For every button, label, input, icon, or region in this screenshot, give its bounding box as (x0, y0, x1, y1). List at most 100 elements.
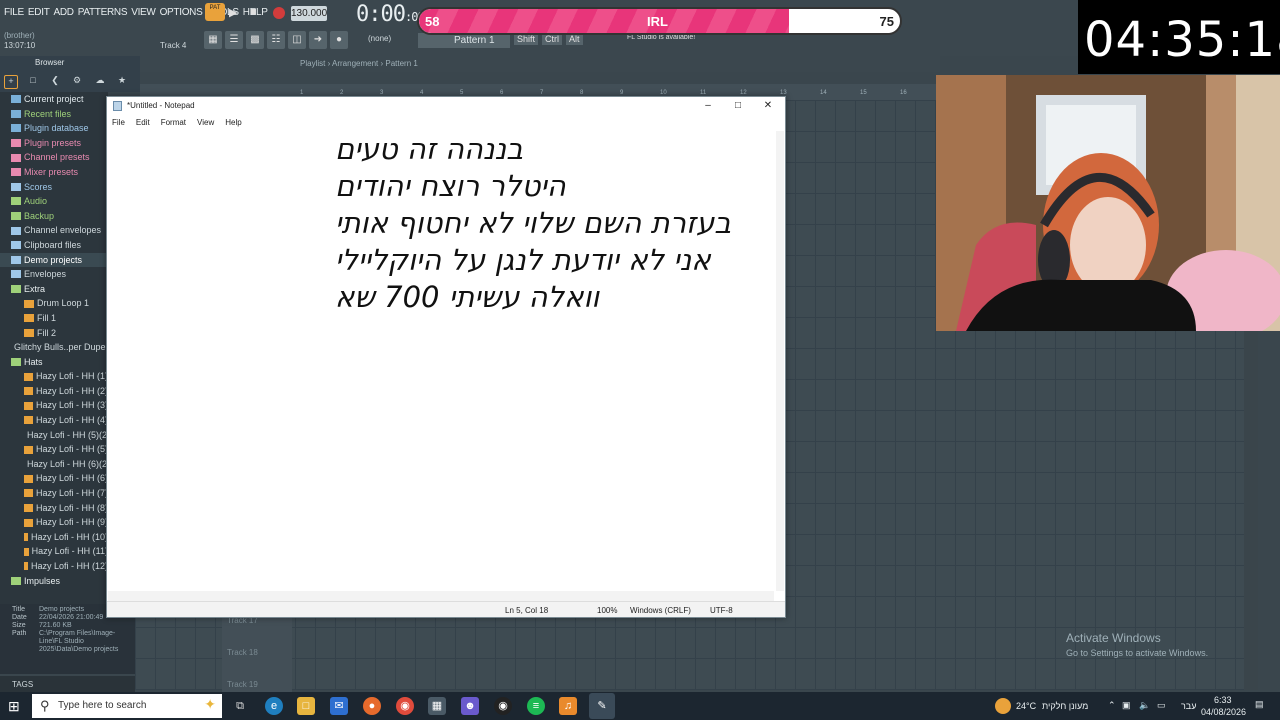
pattern-song-toggle[interactable]: PAT (205, 3, 225, 21)
browser-item[interactable]: Mixer presets (0, 165, 108, 180)
pattern-selector[interactable]: Pattern 1 (418, 33, 510, 48)
browser-item[interactable]: Audio (0, 194, 108, 209)
browser-item[interactable]: Hazy Lofi - HH (3) (0, 398, 108, 413)
track-header[interactable]: Track 19 (227, 680, 258, 689)
browser-item[interactable]: Hazy Lofi - HH (5)(2) (0, 428, 108, 443)
mixer-icon[interactable]: ◫ (288, 31, 306, 49)
fl-menu-view[interactable]: VIEW (131, 7, 156, 18)
browser-item[interactable]: Backup (0, 209, 108, 224)
browser-header[interactable]: Browser (0, 56, 140, 72)
browser-item[interactable]: Hazy Lofi - HH (6)(2) (0, 457, 108, 472)
audio-file-icon (24, 562, 28, 571)
close-icon[interactable]: ✕ (753, 97, 783, 115)
browser-item[interactable]: Hazy Lofi - HH (1) (0, 369, 108, 384)
fl-menu-options[interactable]: OPTIONS (160, 7, 203, 18)
maximize-icon[interactable]: □ (723, 97, 753, 115)
none-selector[interactable]: (none) (368, 34, 391, 43)
fl-studio-icon[interactable]: ♫ (559, 697, 577, 715)
notepad-horizontal-scrollbar[interactable] (108, 591, 774, 601)
battery-icon[interactable]: ▭ (1157, 700, 1166, 711)
notepad-menu-file[interactable]: File (112, 118, 125, 131)
browser-item[interactable]: Extra (0, 282, 108, 297)
browser-back-icon[interactable]: ❮ (48, 75, 62, 89)
taskbar-search-box[interactable]: ⚲ Type here to search ✦ (32, 694, 222, 718)
playlist-icon[interactable]: ☰ (225, 31, 243, 49)
browser-item[interactable]: Hazy Lofi - HH (4) (0, 413, 108, 428)
browser-arrow-icon[interactable]: ➜ (309, 31, 327, 49)
clock-time[interactable]: 6:33 (1214, 695, 1232, 705)
browser-item[interactable]: Channel presets (0, 150, 108, 165)
firefox-icon[interactable]: ● (363, 697, 381, 715)
mail-icon[interactable]: ✉ (330, 697, 348, 715)
notepad-vertical-scrollbar[interactable] (776, 131, 784, 591)
browser-item[interactable]: Glitchy Bulls..per Duper (0, 340, 108, 355)
notepad-menu-format[interactable]: Format (161, 118, 186, 131)
discord-icon[interactable]: ☻ (461, 697, 479, 715)
browser-item[interactable]: Hazy Lofi - HH (12) (0, 559, 108, 574)
browser-item[interactable]: Plugin presets (0, 136, 108, 151)
browser-item[interactable]: Fill 1 (0, 311, 108, 326)
browser-star-icon[interactable]: ★ (115, 75, 129, 89)
notepad-text-area[interactable]: בננהה זה טעים היטלר רוצח יהודים בעזרת השם … (115, 131, 775, 316)
network-icon[interactable]: ▣ (1122, 700, 1131, 711)
edge-icon[interactable]: e (265, 697, 283, 715)
notepad-menu-help[interactable]: Help (225, 118, 241, 131)
windows-start-icon[interactable]: ⊞ (8, 698, 20, 715)
browser-item[interactable]: Hazy Lofi - HH (9) (0, 515, 108, 530)
browser-item[interactable]: Drum Loop 1 (0, 296, 108, 311)
volume-icon[interactable]: 🔈 (1139, 700, 1150, 711)
browser-item[interactable]: Impulses (0, 574, 108, 589)
fl-menu-edit[interactable]: EDIT (28, 7, 50, 18)
tempo-display[interactable]: 130.000 (291, 6, 327, 21)
notepad-taskbar-icon[interactable]: ✎ (589, 693, 615, 719)
play-icon[interactable]: ▶ (229, 6, 243, 20)
browser-item[interactable]: Hazy Lofi - HH (2) (0, 384, 108, 399)
browser-item[interactable]: Hats (0, 355, 108, 370)
browser-item-label: Hazy Lofi - HH (8) (35, 502, 108, 513)
browser-item[interactable]: Scores (0, 180, 108, 195)
browser-item[interactable]: Hazy Lofi - HH (10) (0, 530, 108, 545)
notepad-menu-edit[interactable]: Edit (136, 118, 150, 131)
browser-item[interactable]: Hazy Lofi - HH (6) (0, 471, 108, 486)
file-explorer-icon[interactable]: □ (297, 697, 315, 715)
browser-item[interactable]: Envelopes (0, 267, 108, 282)
browser-item[interactable]: Channel envelopes (0, 223, 108, 238)
browser-item[interactable]: Current project (0, 92, 108, 107)
notifications-icon[interactable]: ▤ (1255, 699, 1264, 710)
language-indicator[interactable]: עבר (1181, 701, 1196, 711)
fl-menu-add[interactable]: ADD (54, 7, 75, 18)
obs-icon[interactable]: ◉ (494, 697, 512, 715)
fl-menu-file[interactable]: FILE (4, 7, 24, 18)
piano-roll-icon[interactable]: ▩ (246, 31, 264, 49)
record-icon[interactable] (273, 7, 285, 19)
browser-file-icon[interactable]: □ (26, 75, 40, 89)
browser-item[interactable]: Hazy Lofi - HH (11) (0, 544, 108, 559)
weather-icon[interactable] (995, 698, 1011, 714)
browser-add-icon[interactable]: + (4, 75, 18, 89)
browser-sort-icon[interactable]: ⚙ (70, 75, 84, 89)
browser-item[interactable]: Demo projects (0, 252, 108, 268)
mic-icon[interactable]: ● (330, 31, 348, 49)
task-view-icon[interactable]: ⧉ (231, 697, 249, 715)
tray-chevron-icon[interactable]: ⌃ (1108, 700, 1116, 711)
chrome-icon[interactable]: ◉ (396, 697, 414, 715)
browser-item[interactable]: Clipboard files (0, 238, 108, 253)
tags-label[interactable]: TAGS (0, 676, 135, 692)
store-icon[interactable]: ▦ (428, 697, 446, 715)
notepad-menu-view[interactable]: View (197, 118, 214, 131)
browser-item[interactable]: Hazy Lofi - HH (7) (0, 486, 108, 501)
clock-date[interactable]: 04/08/2026 (1201, 707, 1246, 717)
fl-menu-patterns[interactable]: PATTERNS (78, 7, 128, 18)
browser-item[interactable]: Hazy Lofi - HH (8) (0, 501, 108, 516)
snap-icon[interactable]: ▦ (204, 31, 222, 49)
browser-item[interactable]: Hazy Lofi - HH (5) (0, 442, 108, 457)
minimize-icon[interactable]: – (693, 97, 723, 115)
browser-item[interactable]: Fill 2 (0, 326, 108, 341)
spotify-icon[interactable]: ≡ (527, 697, 545, 715)
stop-icon[interactable]: ■ (250, 6, 264, 20)
browser-item[interactable]: Recent files (0, 107, 108, 122)
channel-rack-icon[interactable]: ☷ (267, 31, 285, 49)
browser-cloud-icon[interactable]: ☁ (93, 75, 107, 89)
track-header[interactable]: Track 18 (227, 648, 258, 657)
browser-item[interactable]: Plugin database (0, 121, 108, 136)
